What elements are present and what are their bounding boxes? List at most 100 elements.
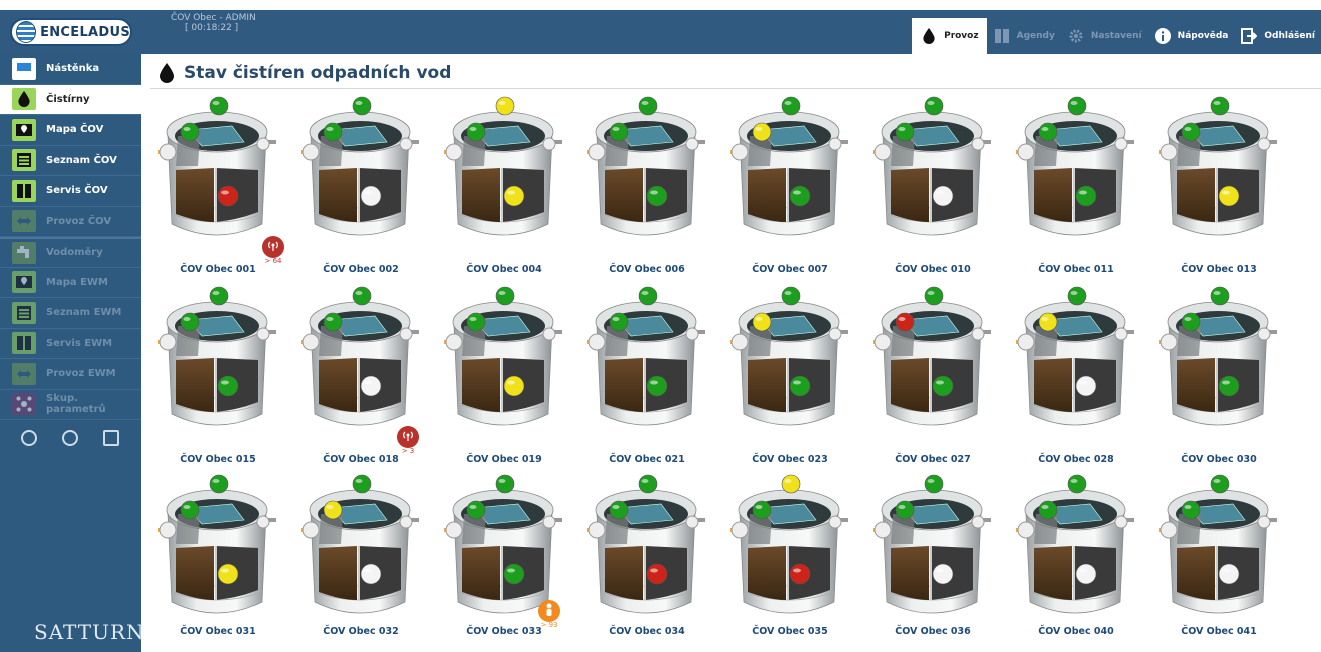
plant-alert-badge[interactable] [262,236,284,258]
sidebar-item-label: Mapa ČOV [46,124,104,136]
plant-tile[interactable]: ČOV Obec 021 [579,280,715,465]
session-timer: [ 00:18:22 ] [185,23,239,33]
sidebar-item-label: Provoz EWM [46,368,116,380]
plant-tile[interactable]: ČOV Obec 015 [150,280,286,465]
plant-tile[interactable]: ČOV Obec 001 > 64 [150,90,286,275]
tank-illustration [873,474,991,614]
sidebar-item-label: Provoz ČOV [46,215,112,227]
plant-name: ČOV Obec 032 [323,626,399,637]
plant-tile[interactable]: ČOV Obec 004 [436,90,572,275]
sidebar-menu: Nástěnka Čistírny Mapa ČOV Seznam ČOV Servis… [0,54,141,420]
plant-name: ČOV Obec 023 [752,454,828,465]
topnav-label: Nastavení [1090,31,1142,41]
sidebar-item-0[interactable]: Nástěnka [0,54,141,85]
plant-tile[interactable]: ČOV Obec 023 [722,280,858,465]
plant-name: ČOV Obec 018 [323,454,399,465]
tank-illustration [873,286,991,426]
sidebar-item-8[interactable]: Seznam EWM [0,298,141,329]
list-icon [12,301,36,324]
plant-name: ČOV Obec 041 [1181,626,1257,637]
sidebar-item-4[interactable]: Servis ČOV [0,176,141,207]
plant-name: ČOV Obec 013 [1181,264,1257,275]
plant-tile[interactable]: ČOV Obec 010 [865,90,1001,275]
plant-name: ČOV Obec 031 [180,626,256,637]
plant-tile[interactable]: ČOV Obec 011 [1008,90,1144,275]
satturn-logo: SATTURN [34,620,145,644]
topnav-agendy[interactable]: Agendy [987,18,1061,54]
sidebar-item-label: Čistírny [46,93,90,105]
arrows-icon [12,210,36,233]
antenna-icon [267,240,279,255]
drop-icon [12,88,36,111]
tank-illustration [1016,286,1134,426]
plant-name: ČOV Obec 001 [180,264,256,275]
tank-illustration [444,286,562,426]
tank-illustration [158,474,276,614]
tank-illustration [158,286,276,426]
gear-icon [1067,27,1085,45]
sidebar-item-label: Servis EWM [46,337,113,349]
sidebar-item-7[interactable]: Mapa EWM [0,268,141,298]
tank-illustration [587,474,705,614]
plant-tile[interactable]: ČOV Obec 033 > 93 [436,468,572,652]
topnav-label: Nápověda [1177,31,1229,41]
plant-tile[interactable]: ČOV Obec 032 [293,468,429,652]
tank-illustration [1016,96,1134,236]
drop-icon [160,63,174,83]
sidebar-item-label: Nástěnka [46,63,100,75]
topnav-odhlaseni[interactable]: Odhlášení [1234,18,1321,54]
topnav-napoveda[interactable]: Nápověda [1148,18,1235,54]
topnav-label: Agendy [1016,31,1055,41]
list-icon [12,149,36,172]
enceladus-logo[interactable]: ENCELADUS [10,18,132,46]
sidebar-item-6[interactable]: Vodoměry [0,237,141,268]
plant-name: ČOV Obec 030 [1181,454,1257,465]
sidebar-item-11[interactable]: Skup. parametrů [0,390,141,420]
logo-text: ENCELADUS [40,24,130,40]
plant-tile[interactable]: ČOV Obec 019 [436,280,572,465]
topnav-nastaveni[interactable]: Nastavení [1061,18,1148,54]
plant-tile[interactable]: ČOV Obec 031 [150,468,286,652]
alert-count: > 93 [540,621,558,629]
globe-icon [16,21,37,43]
plant-tile[interactable]: ČOV Obec 028 [1008,280,1144,465]
plant-tile[interactable]: ČOV Obec 007 [722,90,858,275]
map-pin-icon [12,271,36,294]
topnav-provoz[interactable]: Provoz [912,18,987,54]
plant-tile[interactable]: ČOV Obec 035 [722,468,858,652]
plant-tile[interactable]: ČOV Obec 030 [1151,280,1287,465]
binders-icon [993,27,1011,45]
plant-tile[interactable]: ČOV Obec 002 [293,90,429,275]
sidebar-item-9[interactable]: Servis EWM [0,329,141,359]
tank-illustration [1159,96,1277,236]
tank-illustration [301,474,419,614]
binders-icon [12,332,36,355]
plant-tile[interactable]: ČOV Obec 041 [1151,468,1287,652]
top-bar: ENCELADUS ČOV Obec - ADMIN [ 00:18:22 ] … [0,10,1321,54]
tank-illustration [1159,474,1277,614]
page-header: Stav čistíren odpadních vod [160,60,451,86]
sidebar-item-5[interactable]: Provoz ČOV [0,207,141,237]
arrows-icon [12,362,36,385]
plant-tile[interactable]: ČOV Obec 006 [579,90,715,275]
plant-alert-badge[interactable] [538,600,560,622]
plant-name: ČOV Obec 019 [466,454,542,465]
sidebar-item-1[interactable]: Čistírny [0,84,141,115]
plant-tile[interactable]: ČOV Obec 040 [1008,468,1144,652]
sidebar-item-label: Vodoměry [46,247,103,259]
tank-illustration [444,96,562,236]
plant-name: ČOV Obec 011 [1038,264,1114,275]
sidebar-item-3[interactable]: Seznam ČOV [0,146,141,176]
compass-icon[interactable] [20,430,37,446]
plant-tile[interactable]: ČOV Obec 036 [865,468,1001,652]
logout-icon[interactable] [102,430,119,446]
plant-tile[interactable]: ČOV Obec 018 > 3 [293,280,429,465]
plant-alert-badge[interactable] [397,426,419,448]
plant-tile[interactable]: ČOV Obec 027 [865,280,1001,465]
plant-tile[interactable]: ČOV Obec 013 [1151,90,1287,275]
sidebar-item-2[interactable]: Mapa ČOV [0,115,141,146]
user-icon[interactable] [61,430,78,446]
plant-tile[interactable]: ČOV Obec 034 [579,468,715,652]
tank-illustration [873,96,991,236]
sidebar-item-10[interactable]: Provoz EWM [0,359,141,390]
